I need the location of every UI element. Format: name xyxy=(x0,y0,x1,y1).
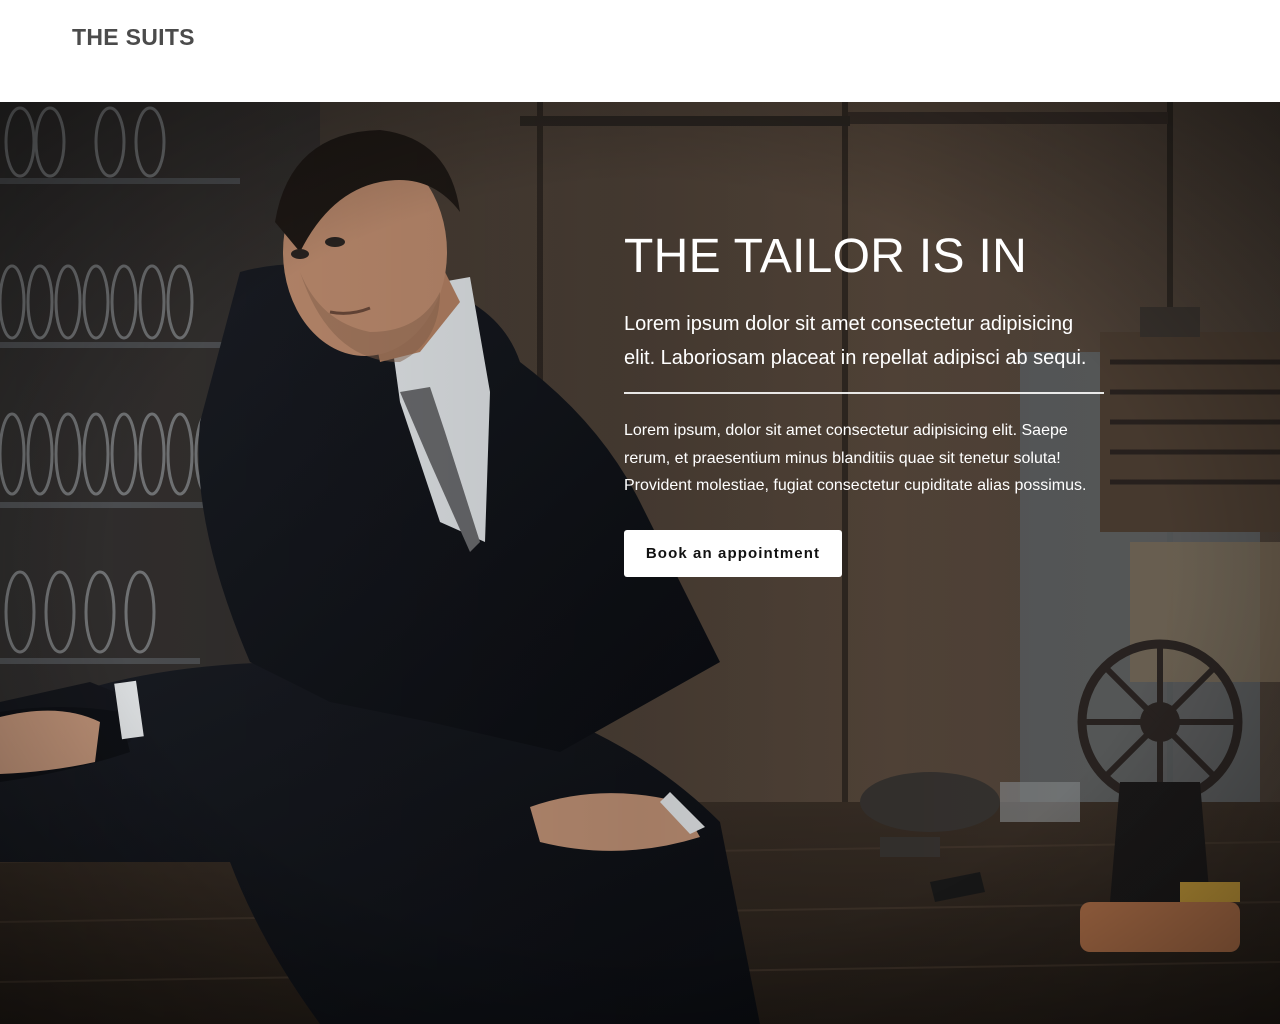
hero-body-text: Lorem ipsum, dolor sit amet consectetur … xyxy=(624,422,1087,494)
hero-title: THE TAILOR IS IN xyxy=(624,230,1028,283)
site-logo[interactable]: THE SUITS xyxy=(72,24,195,51)
hero-section: THE TAILOR IS IN Lorem ipsum dolor sit a… xyxy=(0,102,1280,1024)
hero-lead-text: Lorem ipsum dolor sit amet consectetur a… xyxy=(624,313,1087,369)
hero-divider xyxy=(624,392,1104,394)
book-appointment-button[interactable]: Book an appointment xyxy=(624,529,842,577)
site-header: THE SUITS xyxy=(0,0,1280,102)
hero-content: THE TAILOR IS IN Lorem ipsum dolor sit a… xyxy=(624,226,1104,577)
